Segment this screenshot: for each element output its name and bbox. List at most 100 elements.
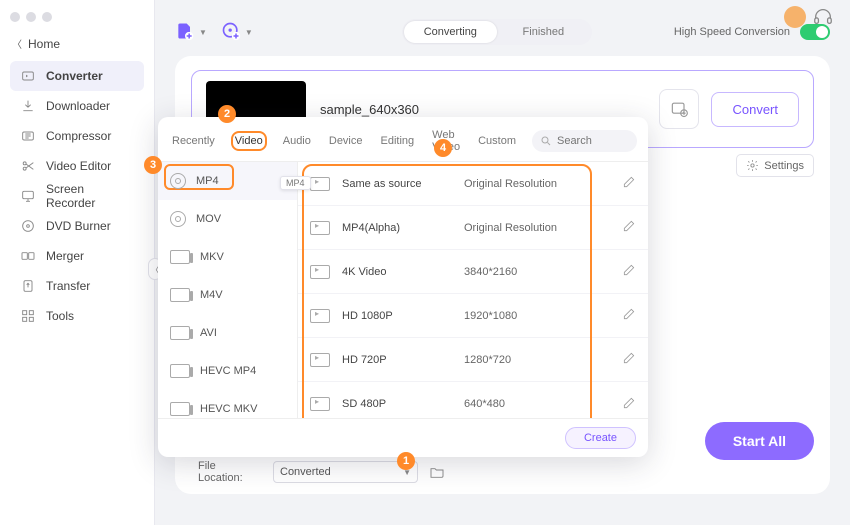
format-item-mp4[interactable]: MP4 [158, 162, 297, 200]
format-item-hevc-mkv[interactable]: HEVC MKV [158, 390, 297, 418]
video-icon [310, 353, 330, 367]
popover-tabs: Recently Video Audio Device Editing Web … [158, 117, 648, 162]
edit-icon[interactable] [622, 396, 636, 413]
sidebar-item-compressor[interactable]: Compressor [10, 121, 144, 151]
chevron-down-icon: ▼ [199, 28, 207, 37]
high-speed-label: High Speed Conversion [674, 26, 790, 38]
convert-button[interactable]: Convert [711, 92, 799, 127]
minimize-dot[interactable] [26, 12, 36, 22]
disc-icon [170, 173, 186, 189]
edit-icon[interactable] [622, 175, 636, 192]
format-list: MP4 MOV MKV M4V AVI HEVC MP4 HEVC MKV [158, 162, 298, 418]
option-list: Same as sourceOriginal Resolution MP4(Al… [298, 162, 648, 418]
zoom-dot[interactable] [42, 12, 52, 22]
output-preset-button[interactable] [659, 89, 699, 129]
option-name: MP4(Alpha) [342, 222, 464, 234]
sidebar-item-converter[interactable]: Converter [10, 61, 144, 91]
start-all-button[interactable]: Start All [705, 422, 814, 460]
format-label: MOV [196, 213, 221, 225]
sidebar-item-merger[interactable]: Merger [10, 241, 144, 271]
format-label: AVI [200, 327, 217, 339]
format-item-hevc-mp4[interactable]: HEVC MP4 [158, 352, 297, 390]
sidebar-item-label: DVD Burner [46, 219, 111, 233]
sidebar-item-screen-recorder[interactable]: Screen Recorder [10, 181, 144, 211]
create-button[interactable]: Create [565, 427, 636, 449]
edit-icon[interactable] [622, 307, 636, 324]
format-label: MP4 [196, 175, 219, 187]
add-disc-button[interactable]: ▼ [221, 21, 253, 44]
film-icon [170, 326, 190, 340]
format-tooltip-badge: MP4 [280, 176, 311, 190]
format-item-mkv[interactable]: MKV [158, 238, 297, 276]
sidebar-item-dvd-burner[interactable]: DVD Burner [10, 211, 144, 241]
video-icon [310, 309, 330, 323]
sidebar-nav: Converter Downloader Compressor Video Ed… [0, 61, 154, 331]
settings-label: Settings [764, 160, 804, 172]
annotation-bubble-3: 3 [144, 156, 162, 174]
option-name: 4K Video [342, 266, 464, 278]
sidebar-item-tools[interactable]: Tools [10, 301, 144, 331]
sidebar-item-downloader[interactable]: Downloader [10, 91, 144, 121]
option-row[interactable]: HD 720P1280*720 [298, 338, 648, 382]
option-name: HD 720P [342, 354, 464, 366]
film-icon [170, 250, 190, 264]
compressor-icon [20, 128, 36, 144]
film-icon [170, 364, 190, 378]
sidebar-item-video-editor[interactable]: Video Editor [10, 151, 144, 181]
settings-button[interactable]: Settings [736, 154, 814, 177]
add-file-icon [175, 21, 195, 44]
option-row[interactable]: MP4(Alpha)Original Resolution [298, 206, 648, 250]
sidebar-item-label: Video Editor [46, 159, 111, 173]
format-item-avi[interactable]: AVI [158, 314, 297, 352]
tab-custom[interactable]: Custom [476, 133, 518, 149]
annotation-bubble-2: 2 [218, 105, 236, 123]
option-row[interactable]: Same as sourceOriginal Resolution [298, 162, 648, 206]
sidebar-item-transfer[interactable]: Transfer [10, 271, 144, 301]
option-row[interactable]: HD 1080P1920*1080 [298, 294, 648, 338]
format-item-mov[interactable]: MOV [158, 200, 297, 238]
option-name: SD 480P [342, 398, 464, 410]
sidebar-item-label: Converter [46, 69, 103, 83]
option-name: HD 1080P [342, 310, 464, 322]
option-row[interactable]: SD 480P640*480 [298, 382, 648, 418]
format-popover: Recently Video Audio Device Editing Web … [158, 117, 648, 457]
edit-icon[interactable] [622, 219, 636, 236]
option-row[interactable]: 4K Video3840*2160 [298, 250, 648, 294]
close-dot[interactable] [10, 12, 20, 22]
download-icon [20, 98, 36, 114]
open-folder-icon[interactable] [428, 463, 446, 481]
option-resolution: 1280*720 [464, 354, 511, 366]
edit-icon[interactable] [622, 351, 636, 368]
tab-finished[interactable]: Finished [497, 21, 590, 43]
tab-audio[interactable]: Audio [281, 133, 313, 149]
scissors-icon [20, 158, 36, 174]
format-search[interactable] [532, 130, 637, 152]
annotation-bubble-1: 1 [397, 452, 415, 470]
option-name: Same as source [342, 178, 464, 190]
file-location-select[interactable]: Converted ▼ [273, 461, 418, 483]
transfer-icon [20, 278, 36, 294]
tab-editing[interactable]: Editing [379, 133, 417, 149]
option-resolution: 1920*1080 [464, 310, 517, 322]
sidebar-item-label: Transfer [46, 279, 90, 293]
merger-icon [20, 248, 36, 264]
sidebar-item-label: Compressor [46, 129, 111, 143]
tab-device[interactable]: Device [327, 133, 365, 149]
high-speed-toggle[interactable] [800, 24, 830, 40]
tab-recently[interactable]: Recently [170, 133, 217, 149]
tab-video[interactable]: Video [231, 131, 267, 151]
video-icon [310, 177, 330, 191]
video-icon [310, 265, 330, 279]
format-label: HEVC MP4 [200, 365, 256, 377]
file-location-label: File Location: [191, 458, 263, 486]
add-file-button[interactable]: ▼ [175, 21, 207, 44]
search-input[interactable] [557, 135, 629, 147]
option-resolution: Original Resolution [464, 178, 557, 190]
format-label: HEVC MKV [200, 403, 257, 415]
grid-icon [20, 308, 36, 324]
format-item-m4v[interactable]: M4V [158, 276, 297, 314]
tab-converting[interactable]: Converting [404, 21, 497, 43]
edit-icon[interactable] [622, 263, 636, 280]
home-link[interactable]: 〈 Home [0, 30, 154, 61]
screen-recorder-icon [20, 188, 36, 204]
